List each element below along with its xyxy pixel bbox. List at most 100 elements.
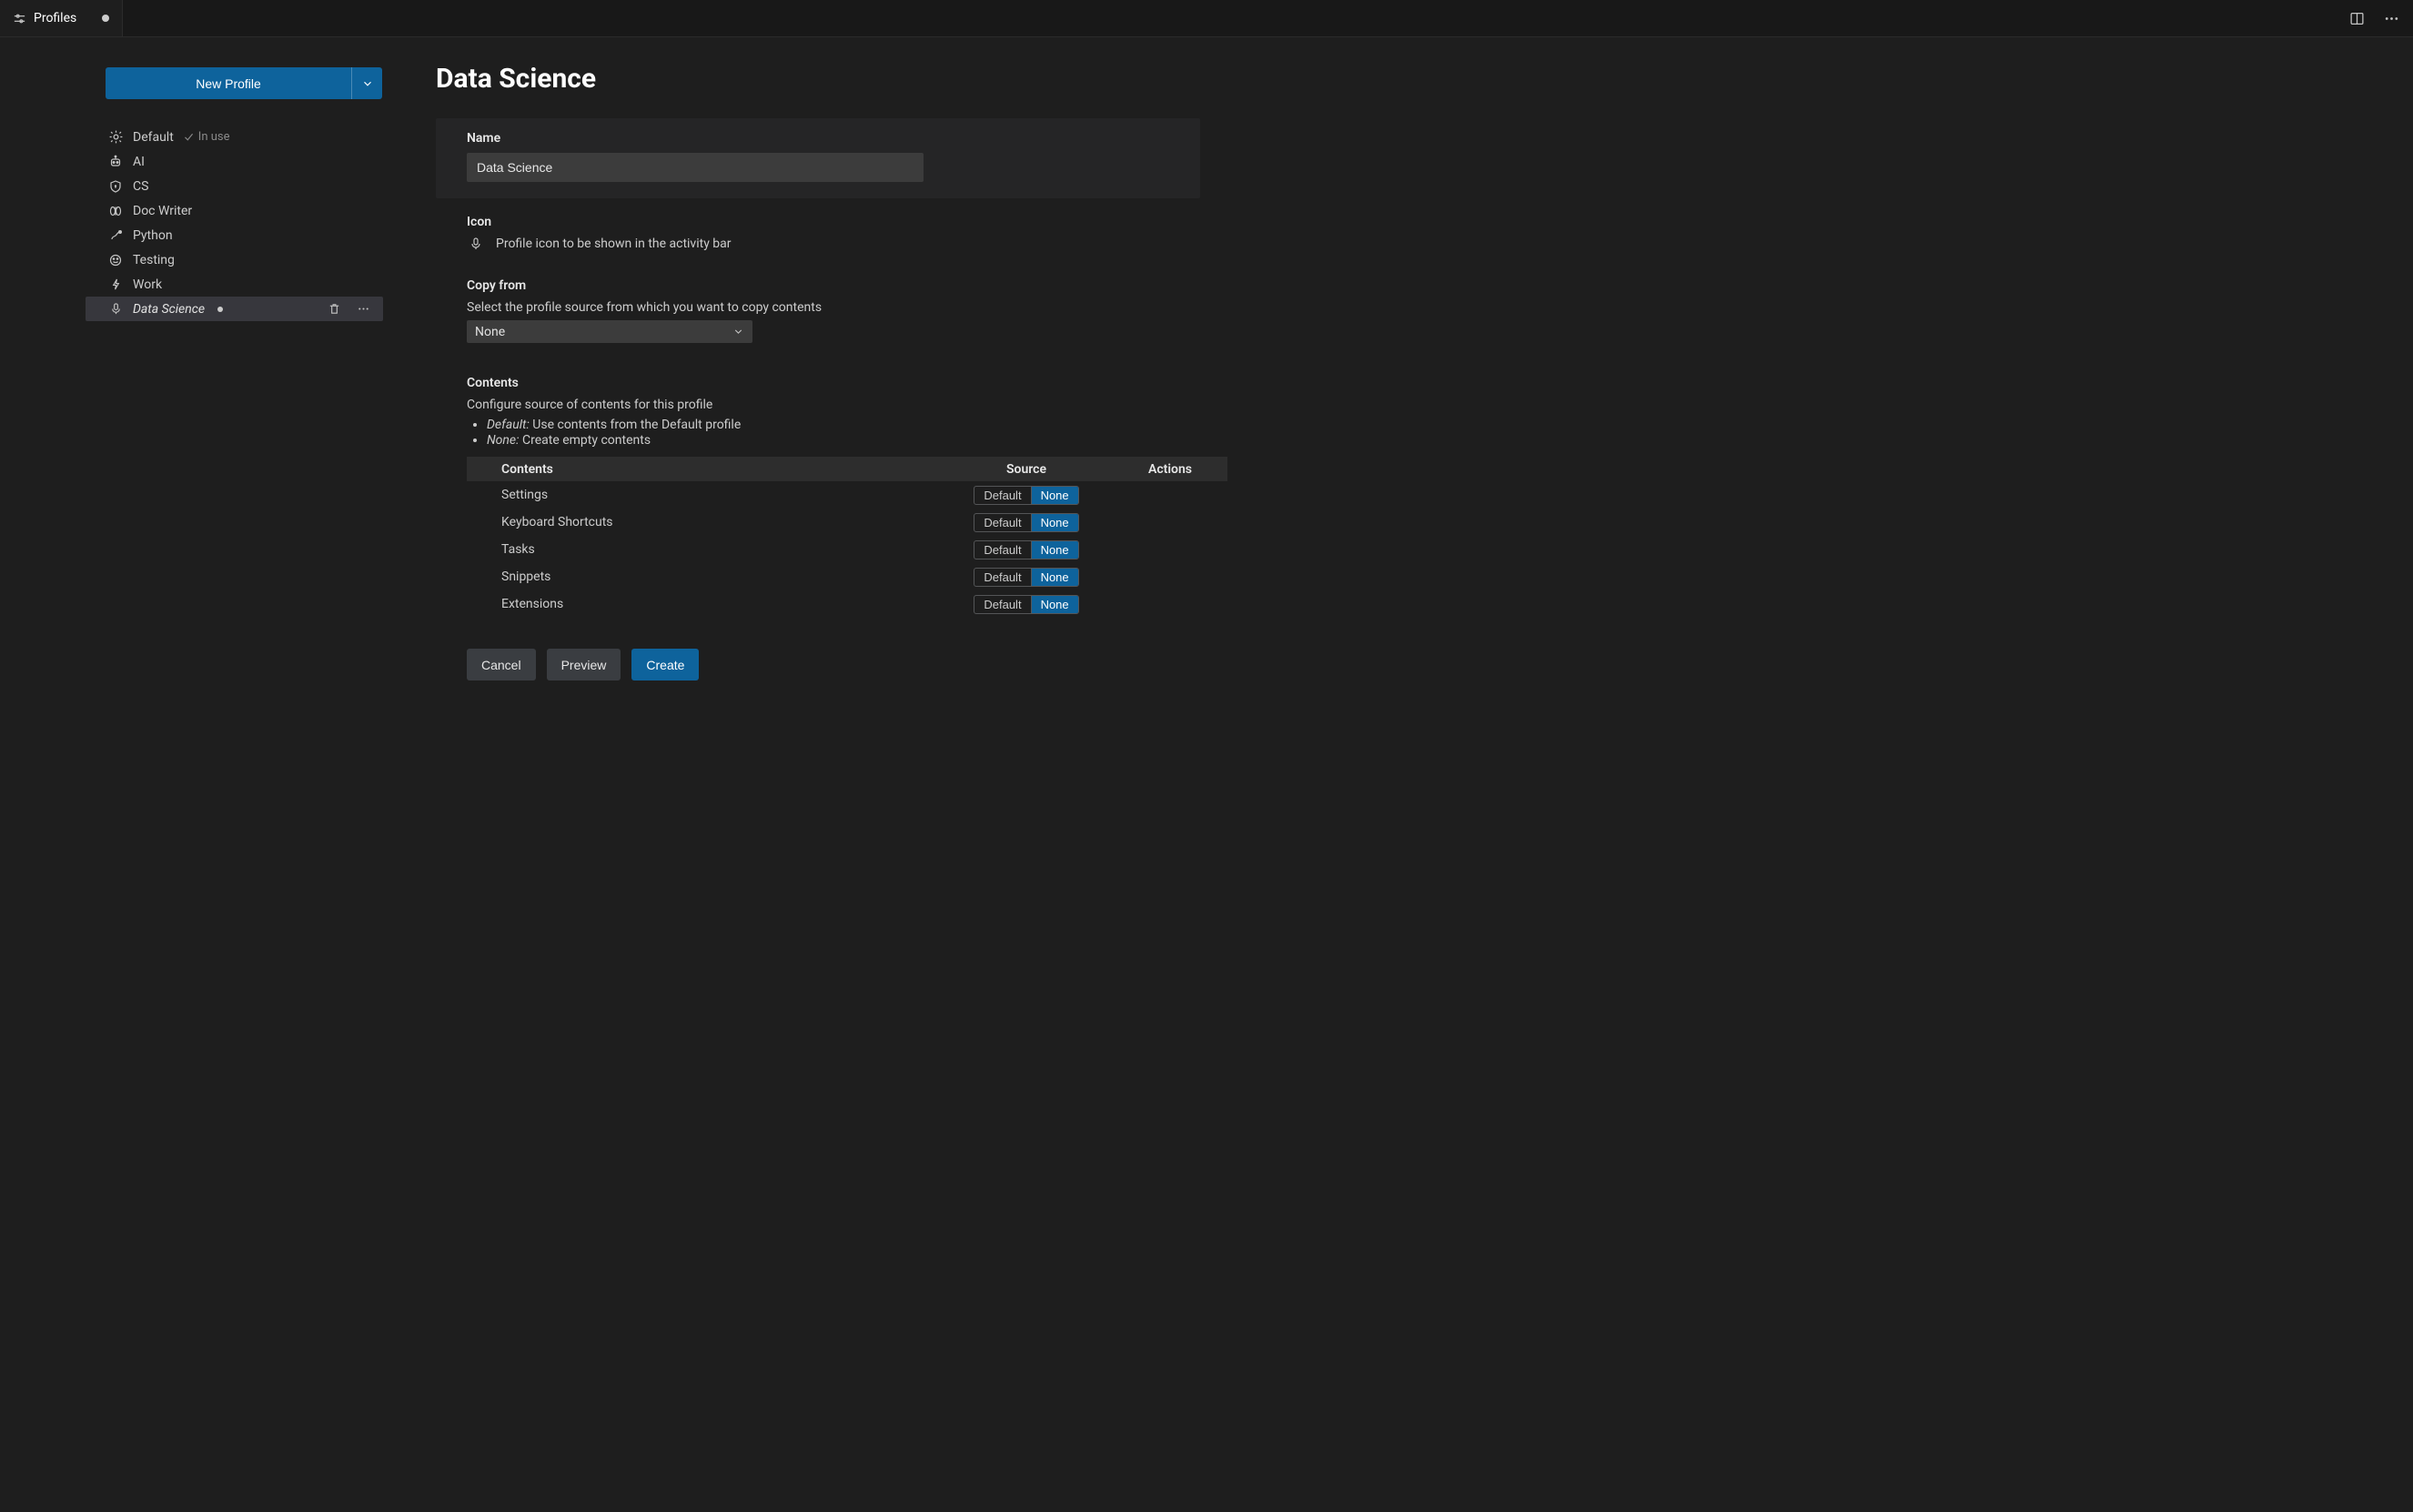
- copy-from-section: Copy from Select the profile source from…: [436, 255, 1200, 347]
- source-option-default[interactable]: Default: [974, 569, 1030, 586]
- bullet-none-text: Create empty contents: [522, 433, 651, 448]
- preview-button[interactable]: Preview: [547, 649, 621, 680]
- footer-buttons: Cancel Preview Create: [436, 621, 1200, 680]
- col-source-header: Source: [940, 457, 1113, 481]
- smiley-icon: [107, 253, 124, 267]
- mic-icon: [107, 302, 124, 316]
- create-button[interactable]: Create: [631, 649, 699, 680]
- profile-in-use-badge: In use: [183, 130, 230, 144]
- profile-item-ai[interactable]: AI: [86, 149, 383, 174]
- tab-profiles[interactable]: Profiles: [0, 0, 123, 36]
- profile-item-label: AI: [133, 155, 145, 169]
- chevron-down-icon: [361, 77, 374, 90]
- contents-row-source: DefaultNone: [940, 590, 1113, 618]
- contents-bullets: Default: Use contents from the Default p…: [487, 418, 1200, 448]
- table-row: Settings DefaultNone: [467, 481, 1227, 509]
- new-profile-dropdown-button[interactable]: [351, 67, 382, 99]
- robot-icon: [107, 155, 124, 169]
- profile-list: Default In use AI: [86, 125, 383, 321]
- profile-item-doc-writer[interactable]: Doc Writer: [86, 198, 383, 223]
- contents-row-label: Keyboard Shortcuts: [467, 509, 940, 536]
- icon-label: Icon: [467, 215, 1200, 229]
- source-option-none[interactable]: None: [1031, 596, 1078, 613]
- profile-item-label: Data Science: [133, 302, 205, 317]
- table-row: Keyboard Shortcuts DefaultNone: [467, 509, 1227, 536]
- source-option-default[interactable]: Default: [974, 487, 1030, 504]
- profile-item-data-science[interactable]: Data Science: [86, 297, 383, 321]
- profile-item-label: Testing: [133, 253, 175, 267]
- contents-table: Contents Source Actions SettingsDefaultN…: [467, 457, 1227, 618]
- source-option-none[interactable]: None: [1031, 569, 1078, 586]
- profile-item-default[interactable]: Default In use: [86, 125, 383, 149]
- contents-row-source: DefaultNone: [940, 481, 1113, 509]
- book-icon: [107, 204, 124, 218]
- shield-icon: [107, 179, 124, 194]
- copy-from-value: None: [475, 325, 505, 339]
- icon-section: Icon Profile icon to be shown in the act…: [436, 202, 1200, 255]
- source-toggle[interactable]: DefaultNone: [974, 513, 1078, 532]
- contents-row-actions: [1113, 590, 1227, 618]
- icon-hint: Profile icon to be shown in the activity…: [496, 237, 732, 251]
- source-option-default[interactable]: Default: [974, 596, 1030, 613]
- bullet-default-text: Use contents from the Default profile: [532, 418, 741, 432]
- bullet-default-label: Default:: [487, 418, 530, 432]
- contents-row-actions: [1113, 536, 1227, 563]
- profile-item-label: Default: [133, 130, 174, 145]
- contents-row-actions: [1113, 481, 1227, 509]
- new-profile-button[interactable]: New Profile: [106, 67, 351, 99]
- profiles-sidebar: New Profile Default: [0, 37, 405, 1512]
- table-row: Snippets DefaultNone: [467, 563, 1227, 590]
- profile-item-cs[interactable]: CS: [86, 174, 383, 198]
- profile-item-label: Work: [133, 277, 162, 292]
- profile-name-input[interactable]: [467, 153, 924, 182]
- contents-row-label: Settings: [467, 481, 940, 509]
- cancel-button[interactable]: Cancel: [467, 649, 536, 680]
- name-section: Name: [436, 118, 1200, 198]
- contents-hint: Configure source of contents for this pr…: [467, 398, 1200, 412]
- copy-from-label: Copy from: [467, 278, 1200, 293]
- gear-icon: [107, 129, 124, 145]
- contents-section: Contents Configure source of contents fo…: [436, 347, 1200, 621]
- profile-item-label: Doc Writer: [133, 204, 192, 218]
- source-option-none[interactable]: None: [1031, 541, 1078, 559]
- contents-row-label: Snippets: [467, 563, 940, 590]
- source-option-none[interactable]: None: [1031, 487, 1078, 504]
- snake-icon: [107, 228, 124, 243]
- profile-item-label: CS: [133, 179, 148, 194]
- source-option-none[interactable]: None: [1031, 514, 1078, 531]
- source-option-default[interactable]: Default: [974, 541, 1030, 559]
- chevron-down-icon: [732, 326, 744, 338]
- contents-row-actions: [1113, 563, 1227, 590]
- col-contents-header: Contents: [467, 457, 940, 481]
- source-toggle[interactable]: DefaultNone: [974, 486, 1078, 505]
- profile-item-label: Python: [133, 228, 173, 243]
- profile-item-python[interactable]: Python: [86, 223, 383, 247]
- copy-from-hint: Select the profile source from which you…: [467, 300, 1200, 315]
- contents-row-source: DefaultNone: [940, 563, 1113, 590]
- more-actions-icon[interactable]: [2380, 7, 2402, 29]
- mic-icon[interactable]: [467, 237, 485, 251]
- trash-icon[interactable]: [323, 298, 345, 320]
- profile-item-testing[interactable]: Testing: [86, 247, 383, 272]
- source-toggle[interactable]: DefaultNone: [974, 595, 1078, 614]
- table-row: Tasks DefaultNone: [467, 536, 1227, 563]
- source-toggle[interactable]: DefaultNone: [974, 540, 1078, 559]
- copy-from-select[interactable]: None: [467, 320, 752, 343]
- bullet-none-label: None:: [487, 433, 520, 448]
- new-profile-label: New Profile: [196, 76, 261, 91]
- contents-row-label: Tasks: [467, 536, 940, 563]
- contents-row-source: DefaultNone: [940, 536, 1113, 563]
- name-label: Name: [467, 131, 1169, 146]
- settings-sliders-icon: [13, 12, 26, 25]
- tab-modified-indicator: [102, 15, 109, 22]
- tab-title: Profiles: [34, 11, 76, 25]
- profile-modified-indicator: [217, 307, 223, 312]
- split-editor-icon[interactable]: [2346, 7, 2368, 29]
- more-actions-icon[interactable]: [352, 298, 374, 320]
- bolt-icon: [107, 277, 124, 291]
- profile-editor: Data Science Name Icon Profile icon to b…: [405, 37, 2413, 1512]
- source-option-default[interactable]: Default: [974, 514, 1030, 531]
- source-toggle[interactable]: DefaultNone: [974, 568, 1078, 587]
- profile-item-work[interactable]: Work: [86, 272, 383, 297]
- contents-row-source: DefaultNone: [940, 509, 1113, 536]
